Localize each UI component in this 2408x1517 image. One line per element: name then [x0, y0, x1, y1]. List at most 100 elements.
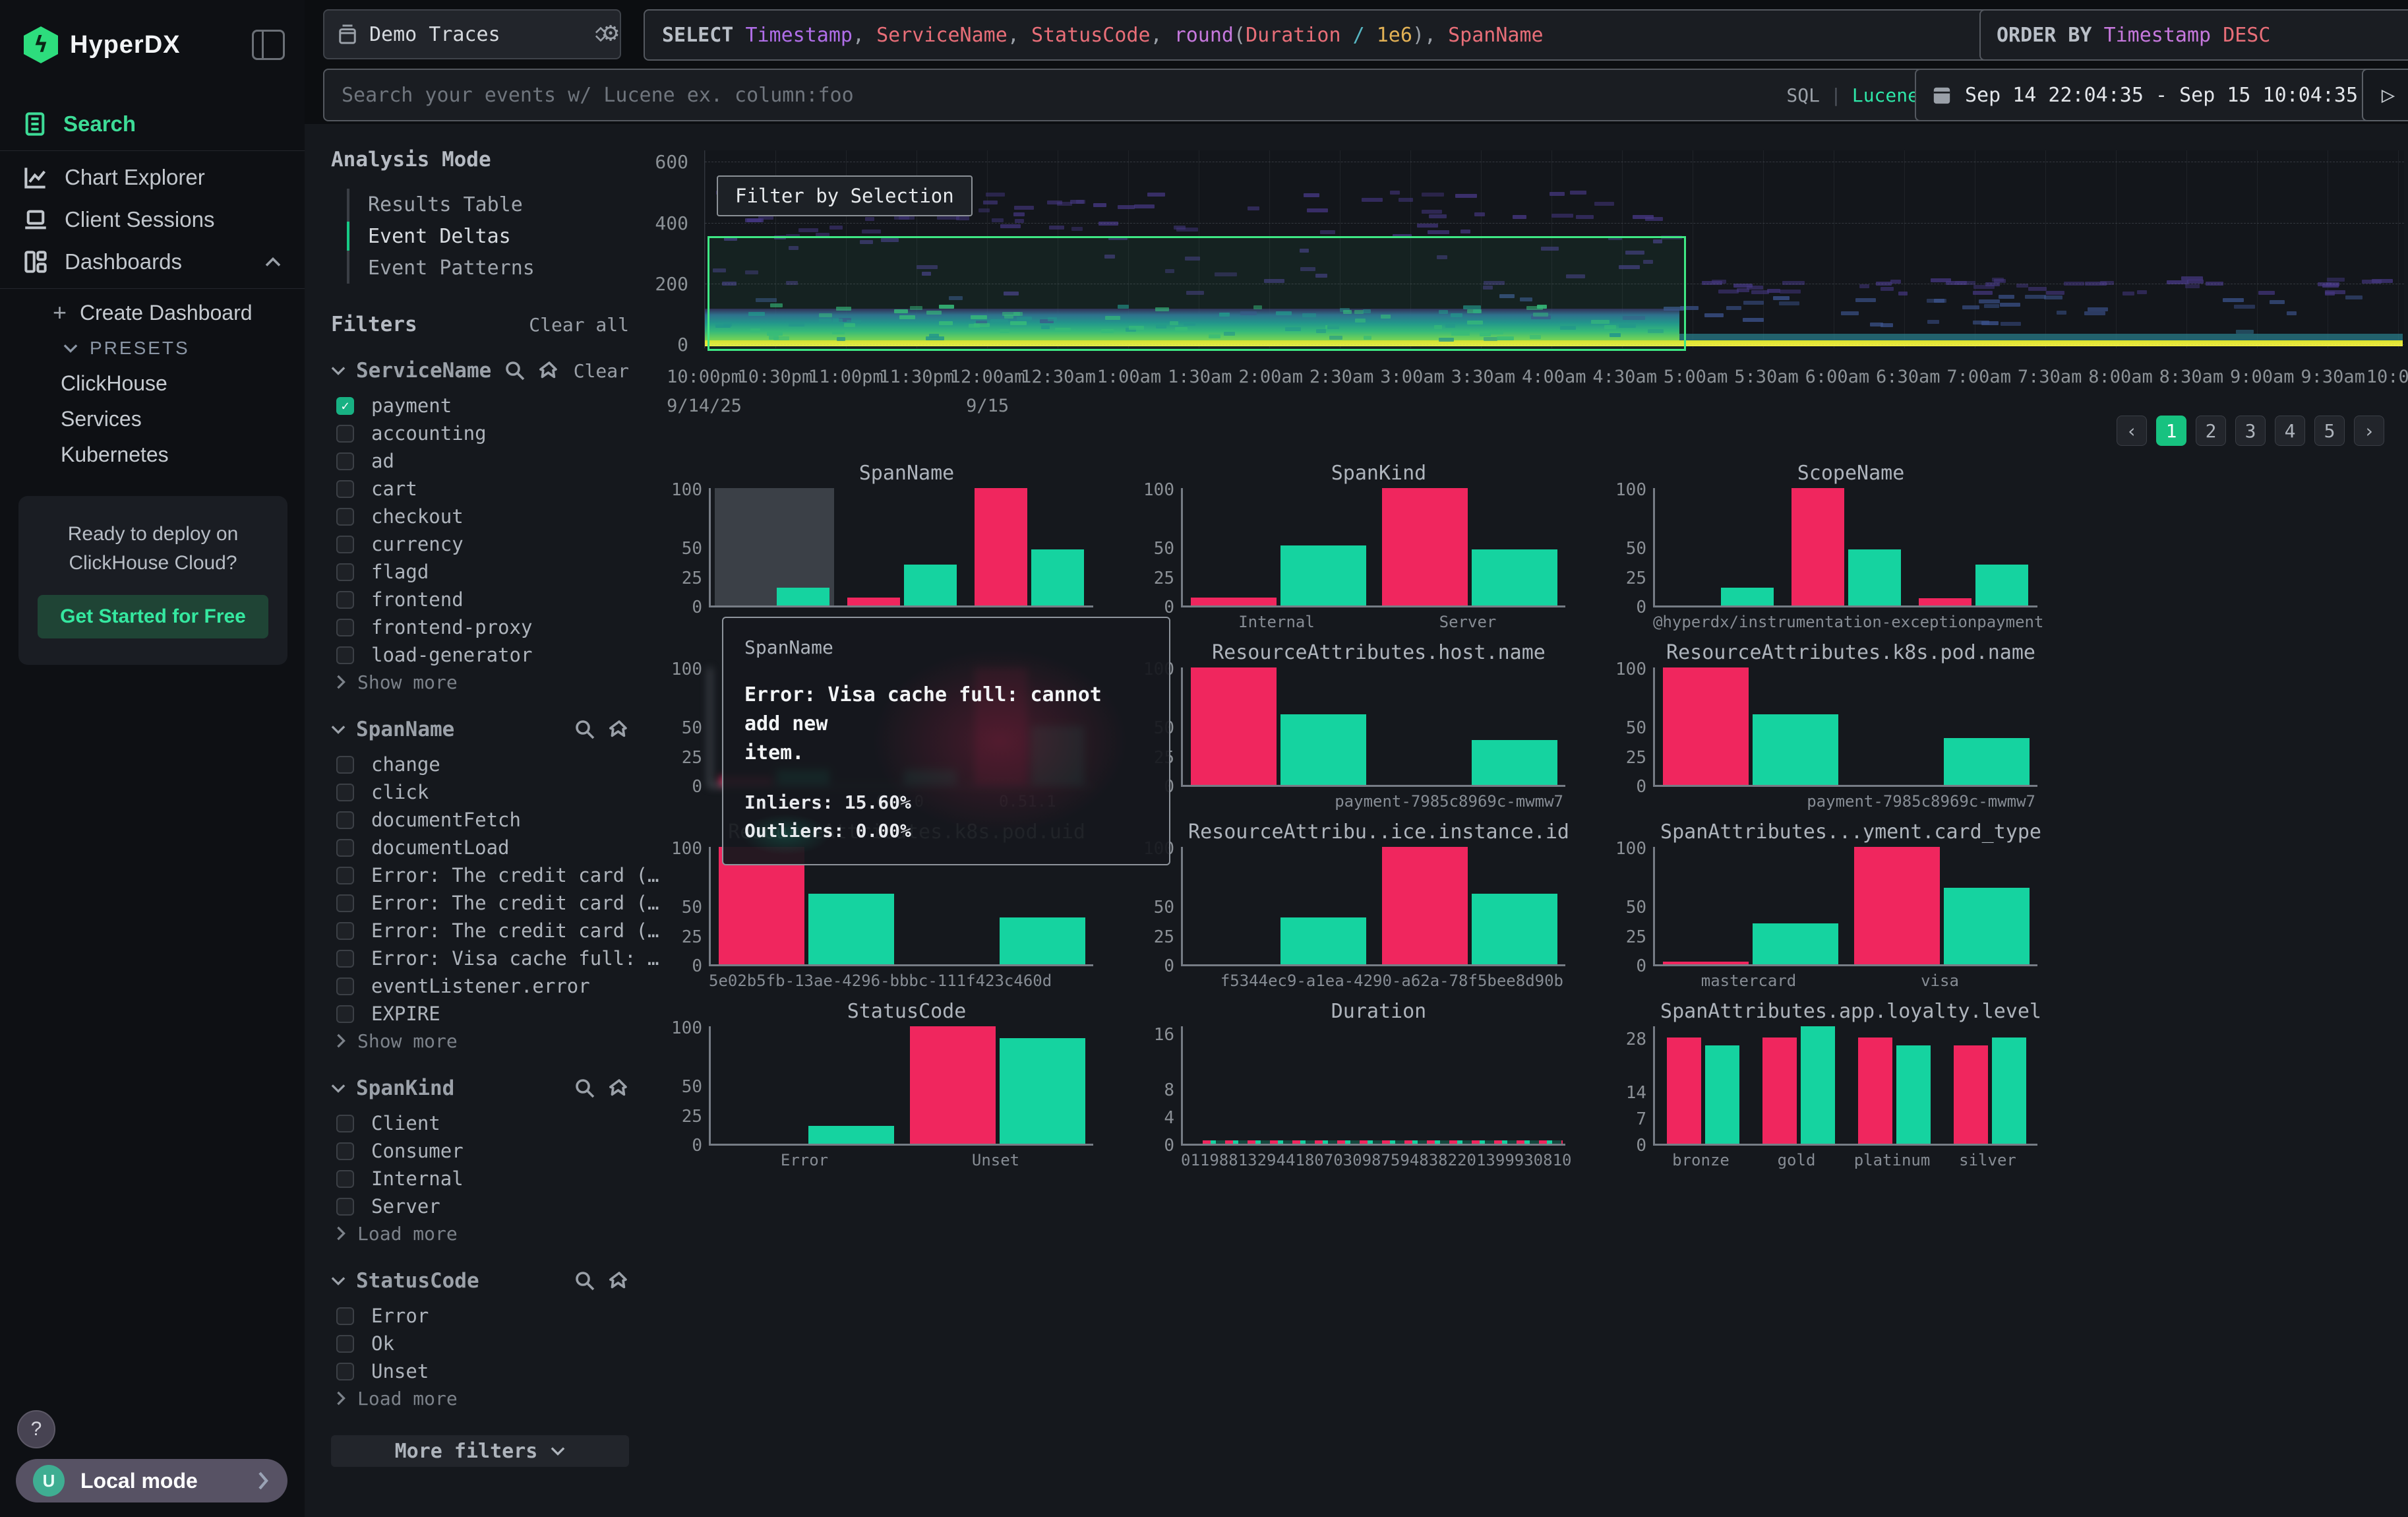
filter-section-header[interactable]: SpanName — [331, 718, 629, 741]
chart-plot[interactable] — [1653, 847, 2037, 966]
filter-show-more-link[interactable]: Show more — [331, 669, 629, 695]
filter-option[interactable]: click — [331, 778, 629, 806]
pagination-page-2[interactable]: 2 — [2196, 416, 2226, 446]
filter-option[interactable]: eventListener.error — [331, 972, 629, 1000]
sidebar-item-search[interactable]: Search — [0, 103, 305, 145]
checkbox[interactable] — [336, 563, 354, 581]
gear-icon[interactable]: ⚙ — [603, 17, 618, 47]
filter-section-header[interactable]: StatusCode — [331, 1269, 629, 1293]
select-query-input[interactable]: SELECT Timestamp, ServiceName, StatusCod… — [644, 9, 1997, 61]
search-input[interactable]: Search your events w/ Lucene ex. column:… — [323, 69, 1937, 121]
analysis-mode-event-patterns[interactable]: Event Patterns — [349, 252, 629, 284]
orderby-input[interactable]: ORDER BY Timestamp DESC — [1979, 9, 2408, 61]
chart-plot[interactable] — [1181, 1026, 1565, 1146]
local-mode-button[interactable]: U Local mode — [16, 1459, 287, 1502]
chart-plot[interactable] — [1653, 488, 2037, 607]
pagination-page-4[interactable]: 4 — [2275, 416, 2305, 446]
presets-toggle[interactable]: PRESETS — [0, 331, 305, 365]
checkbox[interactable] — [336, 646, 354, 664]
checkbox[interactable] — [336, 508, 354, 526]
checkbox[interactable] — [336, 1198, 354, 1216]
filter-option[interactable]: Error: Visa cache full: … — [331, 944, 629, 972]
checkbox[interactable] — [336, 1363, 354, 1380]
filter-option[interactable]: load-generator — [331, 641, 629, 669]
chart-plot[interactable] — [1653, 1026, 2037, 1146]
checkbox[interactable] — [336, 536, 354, 553]
filter-option[interactable]: Client — [331, 1109, 629, 1137]
filter-section-header[interactable]: SpanKind — [331, 1076, 629, 1100]
filter-option[interactable]: cart — [331, 475, 629, 503]
source-select[interactable]: Demo Traces — [323, 9, 621, 59]
pagination-next-button[interactable]: › — [2354, 416, 2384, 446]
chart-plot[interactable] — [1653, 667, 2037, 787]
clear-all-button[interactable]: Clear all — [529, 314, 629, 336]
analysis-mode-results-table[interactable]: Results Table — [349, 189, 629, 220]
create-dashboard-button[interactable]: +Create Dashboard — [0, 294, 305, 331]
filter-option[interactable]: Error: The credit card (… — [331, 889, 629, 917]
checkbox[interactable] — [336, 480, 354, 498]
lucene-toggle[interactable]: Lucene — [1852, 84, 1919, 106]
checkbox[interactable] — [336, 867, 354, 884]
sidebar-item-dashboards[interactable]: Dashboards — [0, 241, 305, 283]
chart-plot[interactable] — [1181, 488, 1565, 607]
checkbox[interactable] — [336, 591, 354, 609]
filter-by-selection-button[interactable]: Filter by Selection — [717, 175, 973, 216]
clear-filter-button[interactable]: Clear — [574, 360, 629, 382]
filter-option[interactable]: Error: The credit card (… — [331, 917, 629, 944]
checkbox[interactable] — [336, 922, 354, 940]
checkbox[interactable] — [336, 1115, 354, 1132]
filter-show-more-link[interactable]: Show more — [331, 1028, 629, 1054]
filter-option[interactable]: Error — [331, 1302, 629, 1330]
checkbox[interactable] — [336, 894, 354, 912]
checkbox[interactable] — [336, 839, 354, 857]
sidebar-item-kubernetes[interactable]: Kubernetes — [0, 437, 305, 472]
more-filters-button[interactable]: More filters — [331, 1435, 629, 1467]
filter-option[interactable]: Internal — [331, 1165, 629, 1192]
pagination-page-5[interactable]: 5 — [2314, 416, 2345, 446]
checkbox[interactable] — [336, 1307, 354, 1325]
filter-option[interactable]: change — [331, 751, 629, 778]
filter-option[interactable]: checkout — [331, 503, 629, 530]
checkbox[interactable] — [336, 1142, 354, 1160]
pagination-prev-button[interactable]: ‹ — [2117, 416, 2147, 446]
get-started-button[interactable]: Get Started for Free — [38, 595, 268, 638]
checkbox[interactable] — [336, 1335, 354, 1353]
filter-load-more-link[interactable]: Load more — [331, 1385, 629, 1411]
filter-option[interactable]: frontend-proxy — [331, 613, 629, 641]
checkbox[interactable] — [336, 619, 354, 636]
heatmap-selection[interactable] — [707, 236, 1686, 351]
checkbox[interactable] — [336, 811, 354, 829]
checkbox[interactable] — [336, 756, 354, 774]
checkbox[interactable] — [336, 1005, 354, 1023]
pagination-page-1[interactable]: 1 — [2156, 416, 2186, 446]
filter-option[interactable]: ✓payment — [331, 392, 629, 419]
checkbox[interactable]: ✓ — [336, 397, 354, 415]
pagination-page-3[interactable]: 3 — [2235, 416, 2266, 446]
filter-option[interactable]: Consumer — [331, 1137, 629, 1165]
sidebar-item-services[interactable]: Services — [0, 401, 305, 437]
sidebar-item-clickhouse[interactable]: ClickHouse — [0, 365, 305, 401]
chart-plot[interactable] — [709, 488, 1093, 607]
filter-option[interactable]: EXPIRE — [331, 1000, 629, 1028]
sql-toggle[interactable]: SQL — [1786, 84, 1820, 106]
filter-section-header[interactable]: ServiceNameClear — [331, 359, 629, 383]
checkbox[interactable] — [336, 977, 354, 995]
checkbox[interactable] — [336, 950, 354, 968]
checkbox[interactable] — [336, 1170, 354, 1188]
filter-option[interactable]: Unset — [331, 1357, 629, 1385]
checkbox[interactable] — [336, 784, 354, 801]
date-range-picker[interactable]: Sep 14 22:04:35 - Sep 15 10:04:35 — [1915, 69, 2382, 121]
chart-plot[interactable] — [709, 1026, 1093, 1146]
filter-option[interactable]: Server — [331, 1192, 629, 1220]
help-button[interactable]: ? — [17, 1410, 55, 1448]
filter-option[interactable]: currency — [331, 530, 629, 558]
chart-plot[interactable] — [1181, 667, 1565, 787]
checkbox[interactable] — [336, 452, 354, 470]
chart-plot[interactable] — [1181, 847, 1565, 966]
filter-option[interactable]: accounting — [331, 419, 629, 447]
run-query-button[interactable]: ▷ — [2362, 69, 2408, 121]
filter-option[interactable]: flagd — [331, 558, 629, 586]
filter-load-more-link[interactable]: Load more — [331, 1220, 629, 1247]
filter-option[interactable]: ad — [331, 447, 629, 475]
filter-option[interactable]: frontend — [331, 586, 629, 613]
